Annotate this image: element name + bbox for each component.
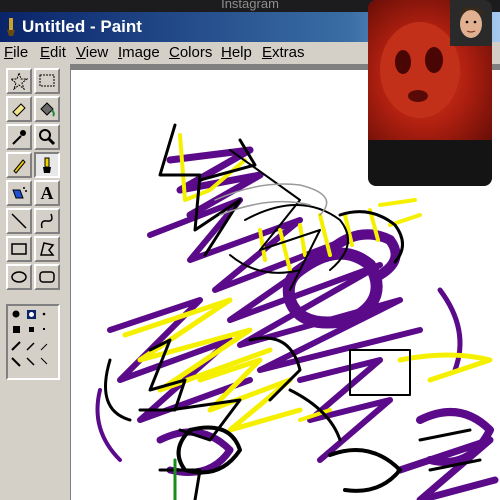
polygon-tool[interactable] <box>34 236 60 262</box>
airbrush-icon <box>12 187 27 199</box>
line-tool[interactable] <box>6 208 32 234</box>
rounded-rectangle-icon <box>39 271 55 283</box>
brush-icon <box>43 157 51 173</box>
rectangle-tool[interactable] <box>6 236 32 262</box>
select-icon <box>39 74 55 87</box>
text-tool[interactable]: A <box>34 180 60 206</box>
pencil-tool[interactable] <box>6 152 32 178</box>
rectangle-icon <box>11 243 27 255</box>
menu-view[interactable]: View <box>76 44 108 61</box>
ellipse-tool[interactable] <box>6 264 32 290</box>
menu-image[interactable]: Image <box>118 44 160 61</box>
brush-options <box>6 304 60 380</box>
paint-app-icon <box>7 18 15 36</box>
eraser-tool[interactable] <box>6 96 32 122</box>
fill-icon <box>40 102 55 117</box>
video-call-pip[interactable] <box>368 0 492 186</box>
menu-colors[interactable]: Colors <box>169 44 212 61</box>
text-icon: A <box>40 182 54 203</box>
brush-tool[interactable] <box>34 152 60 178</box>
pencil-icon <box>13 159 26 174</box>
color-picker-tool[interactable] <box>6 124 32 150</box>
curve-tool[interactable] <box>34 208 60 234</box>
rounded-rectangle-tool[interactable] <box>34 264 60 290</box>
menu-extras[interactable]: Extras <box>262 44 305 61</box>
toolbox: A <box>0 64 71 500</box>
ellipse-icon <box>11 271 27 283</box>
magnifier-icon <box>39 129 56 146</box>
self-face-shape <box>450 0 492 46</box>
magnifier-tool[interactable] <box>34 124 60 150</box>
line-icon <box>11 213 27 229</box>
self-camera-thumbnail <box>450 0 492 46</box>
eraser-icon <box>12 103 26 117</box>
polygon-icon <box>40 242 55 256</box>
airbrush-tool[interactable] <box>6 180 32 206</box>
color-picker-icon <box>12 130 26 145</box>
menu-help[interactable]: Help <box>221 44 252 61</box>
free-form-select-tool[interactable] <box>6 68 32 94</box>
free-form-select-icon <box>10 72 28 90</box>
menu-edit[interactable]: Edit <box>40 44 66 61</box>
fill-tool[interactable] <box>34 96 60 122</box>
select-tool[interactable] <box>34 68 60 94</box>
menu-file[interactable]: File <box>4 44 28 61</box>
brush-shapes-icon[interactable] <box>8 306 58 378</box>
curve-icon <box>40 213 53 229</box>
window-title: Untitled - Paint <box>22 17 142 36</box>
